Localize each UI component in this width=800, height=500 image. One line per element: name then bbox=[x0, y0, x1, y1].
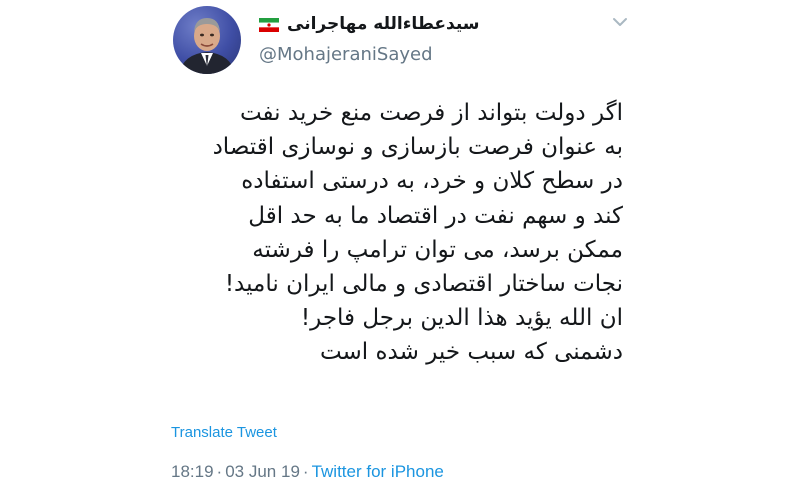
tweet-line: در سطح کلان و خرد، به درستی استفاده bbox=[241, 168, 623, 195]
translate-tweet-link[interactable]: Translate Tweet bbox=[171, 424, 277, 441]
iran-flag-icon bbox=[259, 17, 279, 32]
right-margin bbox=[645, 0, 800, 500]
meta-separator: · bbox=[216, 462, 223, 481]
tweet-time[interactable]: 18:19 bbox=[171, 462, 214, 481]
tweet-line: ممکن برسد، می توان ترامپ را فرشته bbox=[252, 236, 623, 263]
left-margin bbox=[0, 0, 155, 500]
tweet-menu-button[interactable] bbox=[607, 12, 633, 32]
tweet-line: کند و سهم نفت در اقتصاد ما به حد اقل bbox=[248, 202, 623, 229]
user-names: سیدعطاءالله مهاجرانی @MohajeraniSayed bbox=[259, 10, 589, 70]
profile-photo-icon bbox=[179, 18, 235, 74]
tweet-line: به عنوان فرصت بازسازی و نوسازی اقتصاد bbox=[212, 134, 623, 161]
tweet-meta: 18:19 · 03 Jun 19 · Twitter for iPhone bbox=[171, 462, 444, 482]
avatar[interactable] bbox=[173, 6, 241, 74]
user-handle[interactable]: @MohajeraniSayed bbox=[259, 44, 433, 65]
tweet-line: نجات ساختار اقتصادی و مالی ایران نامید! bbox=[224, 271, 623, 298]
tweet-card: سیدعطاءالله مهاجرانی @MohajeraniSayed اگ… bbox=[155, 0, 645, 500]
tweet-line: اگر دولت بتواند از فرصت منع خرید نفت bbox=[239, 100, 623, 126]
tweet-text: اگر دولت بتواند از فرصت منع خرید نفت به … bbox=[183, 96, 623, 370]
tweet-header: سیدعطاءالله مهاجرانی @MohajeraniSayed bbox=[155, 0, 645, 90]
display-name[interactable]: سیدعطاءالله مهاجرانی bbox=[287, 14, 479, 34]
tweet-line: دشمنی که سبب خیر شده است bbox=[319, 339, 623, 366]
display-name-row: سیدعطاءالله مهاجرانی bbox=[259, 10, 479, 38]
chevron-down-icon bbox=[613, 18, 627, 26]
tweet-source-link[interactable]: Twitter for iPhone bbox=[312, 462, 444, 481]
meta-separator: · bbox=[302, 462, 309, 481]
tweet-line: ان الله یؤید هذا الدین برجل فاجر! bbox=[300, 305, 623, 332]
tweet-date[interactable]: 03 Jun 19 bbox=[225, 462, 300, 481]
